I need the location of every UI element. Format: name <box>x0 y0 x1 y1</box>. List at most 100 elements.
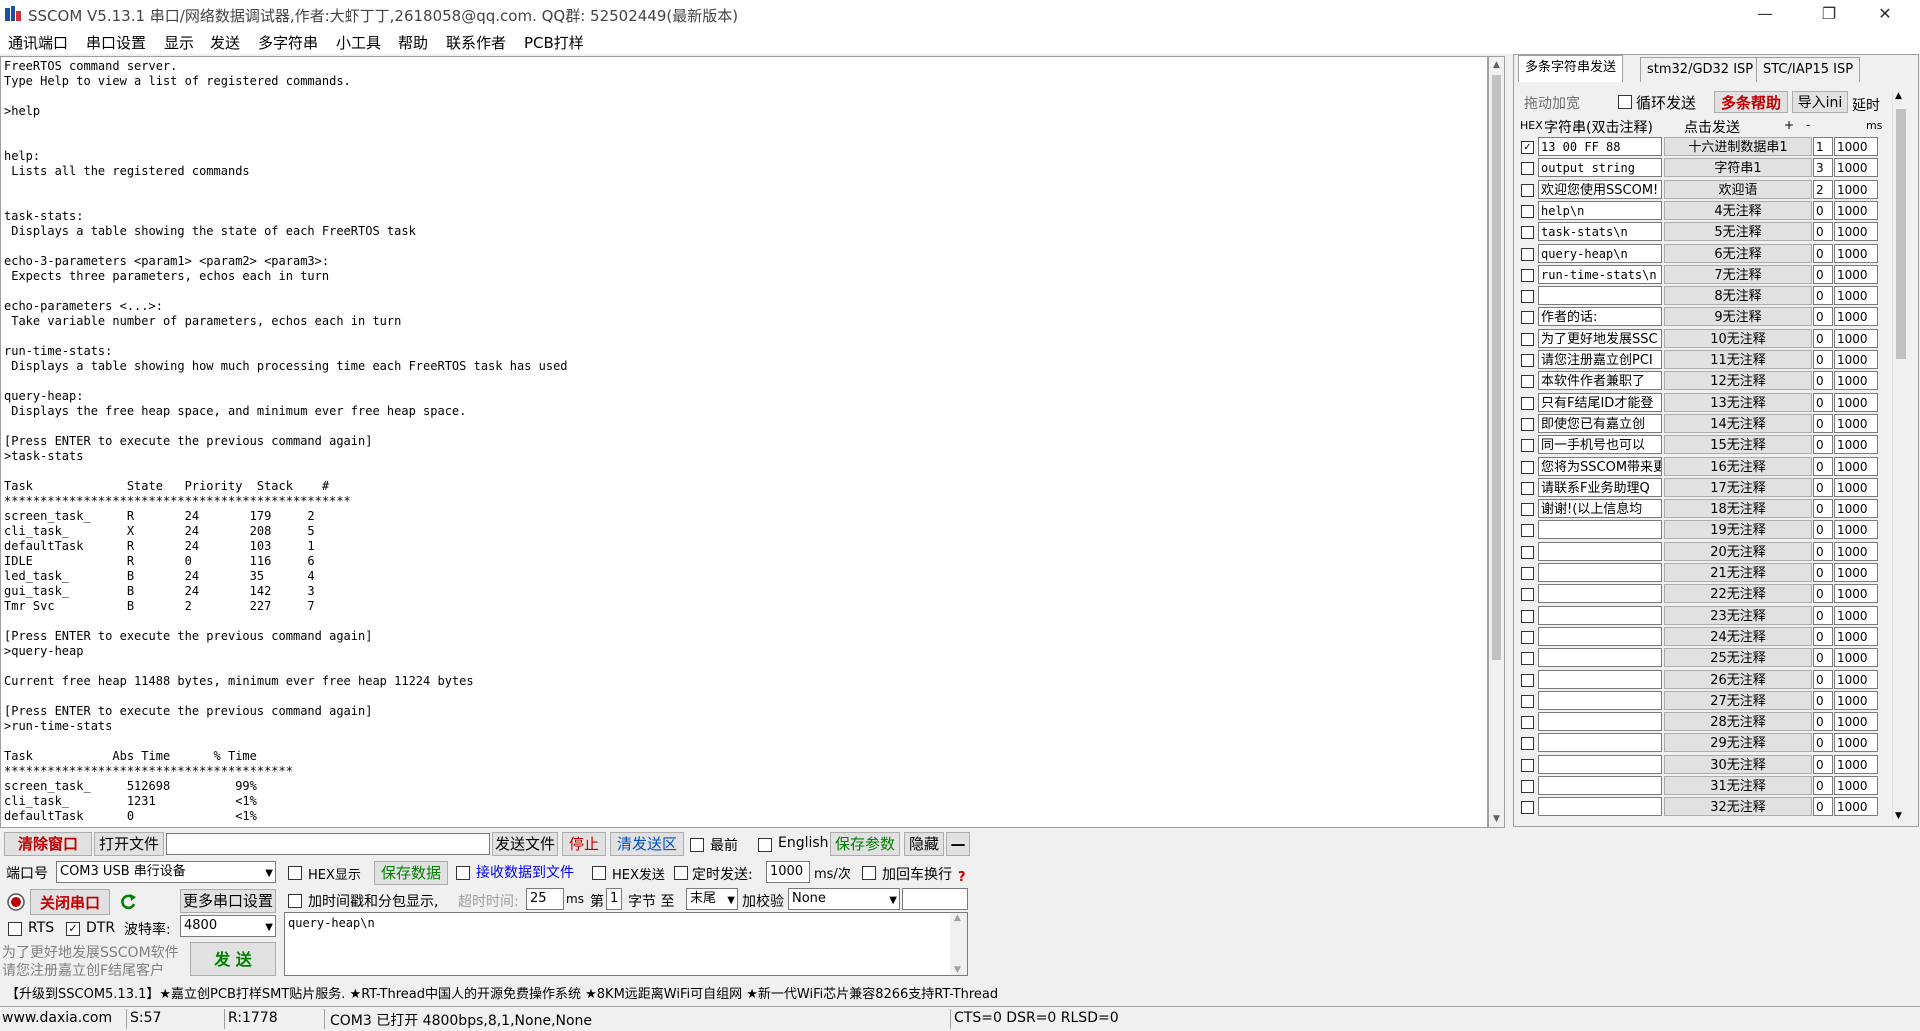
delay-input[interactable]: 1000 <box>1834 499 1878 519</box>
delay-input[interactable]: 1000 <box>1834 648 1878 668</box>
click-send-button[interactable]: 7无注释 <box>1664 264 1812 284</box>
hex-checkbox[interactable] <box>1521 652 1534 666</box>
order-input[interactable]: 0 <box>1813 648 1833 668</box>
delay-input[interactable]: 1000 <box>1834 754 1878 774</box>
click-send-button[interactable]: 11无注释 <box>1664 350 1812 369</box>
panel-scrollbar[interactable]: ▲ ▼ <box>1892 91 1910 821</box>
order-input[interactable]: 0 <box>1813 733 1833 753</box>
string-input[interactable]: 作者的话: <box>1538 307 1662 327</box>
stop-button[interactable]: 停止 <box>562 832 606 856</box>
send-textarea[interactable]: query-heap\n <box>284 912 968 976</box>
hex-checkbox[interactable] <box>1521 183 1534 197</box>
delay-input[interactable]: 1000 <box>1834 776 1878 795</box>
timeout-input[interactable]: 25 <box>526 888 564 910</box>
topmost-checkbox[interactable] <box>690 838 704 852</box>
tab-stc-isp[interactable]: STC/IAP15 ISP <box>1756 57 1861 82</box>
hex-checkbox[interactable] <box>1521 396 1534 410</box>
receive-console[interactable]: FreeRTOS command server. Type Help to vi… <box>0 56 1488 828</box>
string-input[interactable]: task-stats\n <box>1538 222 1662 242</box>
click-send-button[interactable]: 25无注释 <box>1664 648 1812 668</box>
menu-pcb[interactable]: PCB打样 <box>524 32 584 53</box>
string-input[interactable]: 本软件作者兼职了 <box>1538 371 1662 391</box>
click-send-button[interactable]: 29无注释 <box>1664 733 1812 753</box>
delay-input[interactable]: 1000 <box>1834 392 1878 412</box>
recv-to-file-checkbox[interactable] <box>456 866 470 880</box>
scroll-up-icon[interactable]: ▲ <box>1489 57 1504 73</box>
hex-checkbox[interactable] <box>1521 588 1534 602</box>
tab-multi-string[interactable]: 多条字符串发送 <box>1518 55 1624 82</box>
click-send-button[interactable]: 9无注释 <box>1664 307 1812 327</box>
minimize-icon[interactable]: — <box>1742 0 1788 28</box>
order-input[interactable]: 0 <box>1813 499 1833 519</box>
delay-input[interactable]: 1000 <box>1834 179 1878 199</box>
order-input[interactable]: 0 <box>1813 776 1833 795</box>
string-input[interactable] <box>1538 797 1662 817</box>
ad-line-1[interactable]: 为了更好地发展SSCOM软件 <box>2 942 179 962</box>
delay-input[interactable]: 1000 <box>1834 371 1878 391</box>
hex-checkbox[interactable] <box>1521 716 1534 730</box>
baud-select[interactable]: 4800 ▼ <box>180 915 276 937</box>
string-input[interactable]: 同一手机号也可以 <box>1538 435 1662 455</box>
menu-contact-author[interactable]: 联系作者 <box>446 32 506 53</box>
click-send-button[interactable]: 14无注释 <box>1664 413 1812 433</box>
click-send-button[interactable]: 6无注释 <box>1664 243 1812 263</box>
remove-row-icon[interactable]: - <box>1806 118 1810 132</box>
string-input[interactable]: output string <box>1538 158 1662 178</box>
hex-checkbox[interactable] <box>1521 694 1534 708</box>
string-input[interactable] <box>1538 690 1662 710</box>
delay-input[interactable]: 1000 <box>1834 563 1878 582</box>
click-send-button[interactable]: 13无注释 <box>1664 392 1812 412</box>
string-input[interactable]: help\n <box>1538 200 1662 220</box>
checksum-select[interactable]: None ▼ <box>788 888 900 910</box>
refresh-icon[interactable] <box>118 892 138 912</box>
string-input[interactable] <box>1538 626 1662 646</box>
hex-send-checkbox[interactable] <box>592 866 606 880</box>
send-button[interactable]: 发 送 <box>190 942 276 976</box>
hex-checkbox[interactable]: ✓ <box>1521 141 1534 154</box>
scroll-thumb[interactable] <box>1492 75 1501 660</box>
string-input[interactable]: 谢谢!(以上信息均 <box>1538 499 1662 519</box>
scroll-up-icon[interactable]: ▲ <box>954 913 961 923</box>
loop-send-checkbox[interactable] <box>1618 95 1632 109</box>
hex-checkbox[interactable] <box>1521 780 1534 793</box>
order-input[interactable]: 0 <box>1813 413 1833 433</box>
scroll-up-icon[interactable]: ▲ <box>1895 91 1902 101</box>
delay-input[interactable]: 1000 <box>1834 200 1878 220</box>
menu-tools[interactable]: 小工具 <box>336 32 381 53</box>
delay-input[interactable]: 1000 <box>1834 626 1878 646</box>
collapse-icon[interactable]: — <box>946 832 970 856</box>
ad-line-2[interactable]: 请您注册嘉立创F结尾客户 <box>2 960 164 980</box>
tab-stm32-isp[interactable]: stm32/GD32 ISP <box>1640 57 1761 82</box>
hex-checkbox[interactable] <box>1521 609 1534 623</box>
delay-input[interactable]: 1000 <box>1834 605 1878 625</box>
menu-help[interactable]: 帮助 <box>398 32 428 53</box>
string-input[interactable] <box>1538 541 1662 561</box>
order-input[interactable]: 0 <box>1813 712 1833 732</box>
english-checkbox[interactable] <box>758 838 772 852</box>
hex-checkbox[interactable] <box>1521 290 1534 304</box>
help-icon[interactable]: ? <box>958 870 966 885</box>
delay-input[interactable]: 1000 <box>1834 435 1878 455</box>
menu-send[interactable]: 发送 <box>210 32 240 53</box>
delay-input[interactable]: 1000 <box>1834 243 1878 263</box>
hex-checkbox[interactable] <box>1521 204 1534 218</box>
hex-checkbox[interactable] <box>1521 567 1534 580</box>
order-input[interactable]: 0 <box>1813 477 1833 497</box>
hex-checkbox[interactable] <box>1521 524 1534 538</box>
delay-input[interactable]: 1000 <box>1834 137 1878 156</box>
delay-input[interactable]: 1000 <box>1834 733 1878 753</box>
order-input[interactable]: 0 <box>1813 563 1833 582</box>
ticker-text[interactable]: 【升级到SSCOM5.13.1】★嘉立创PCB打样SMT贴片服务. ★RT-Th… <box>6 983 998 1002</box>
delay-input[interactable]: 1000 <box>1834 286 1878 306</box>
menu-serial-settings[interactable]: 串口设置 <box>86 32 146 53</box>
string-input[interactable] <box>1538 286 1662 306</box>
hex-checkbox[interactable] <box>1521 375 1534 389</box>
hex-checkbox[interactable] <box>1521 630 1534 644</box>
hex-checkbox[interactable] <box>1521 162 1534 176</box>
more-serial-settings-button[interactable]: 更多串口设置 <box>180 889 276 913</box>
order-input[interactable]: 0 <box>1813 797 1833 817</box>
click-send-button[interactable]: 22无注释 <box>1664 584 1812 604</box>
maximize-icon[interactable]: ❐ <box>1806 0 1852 28</box>
click-send-button[interactable]: 24无注释 <box>1664 626 1812 646</box>
click-send-button[interactable]: 26无注释 <box>1664 669 1812 689</box>
